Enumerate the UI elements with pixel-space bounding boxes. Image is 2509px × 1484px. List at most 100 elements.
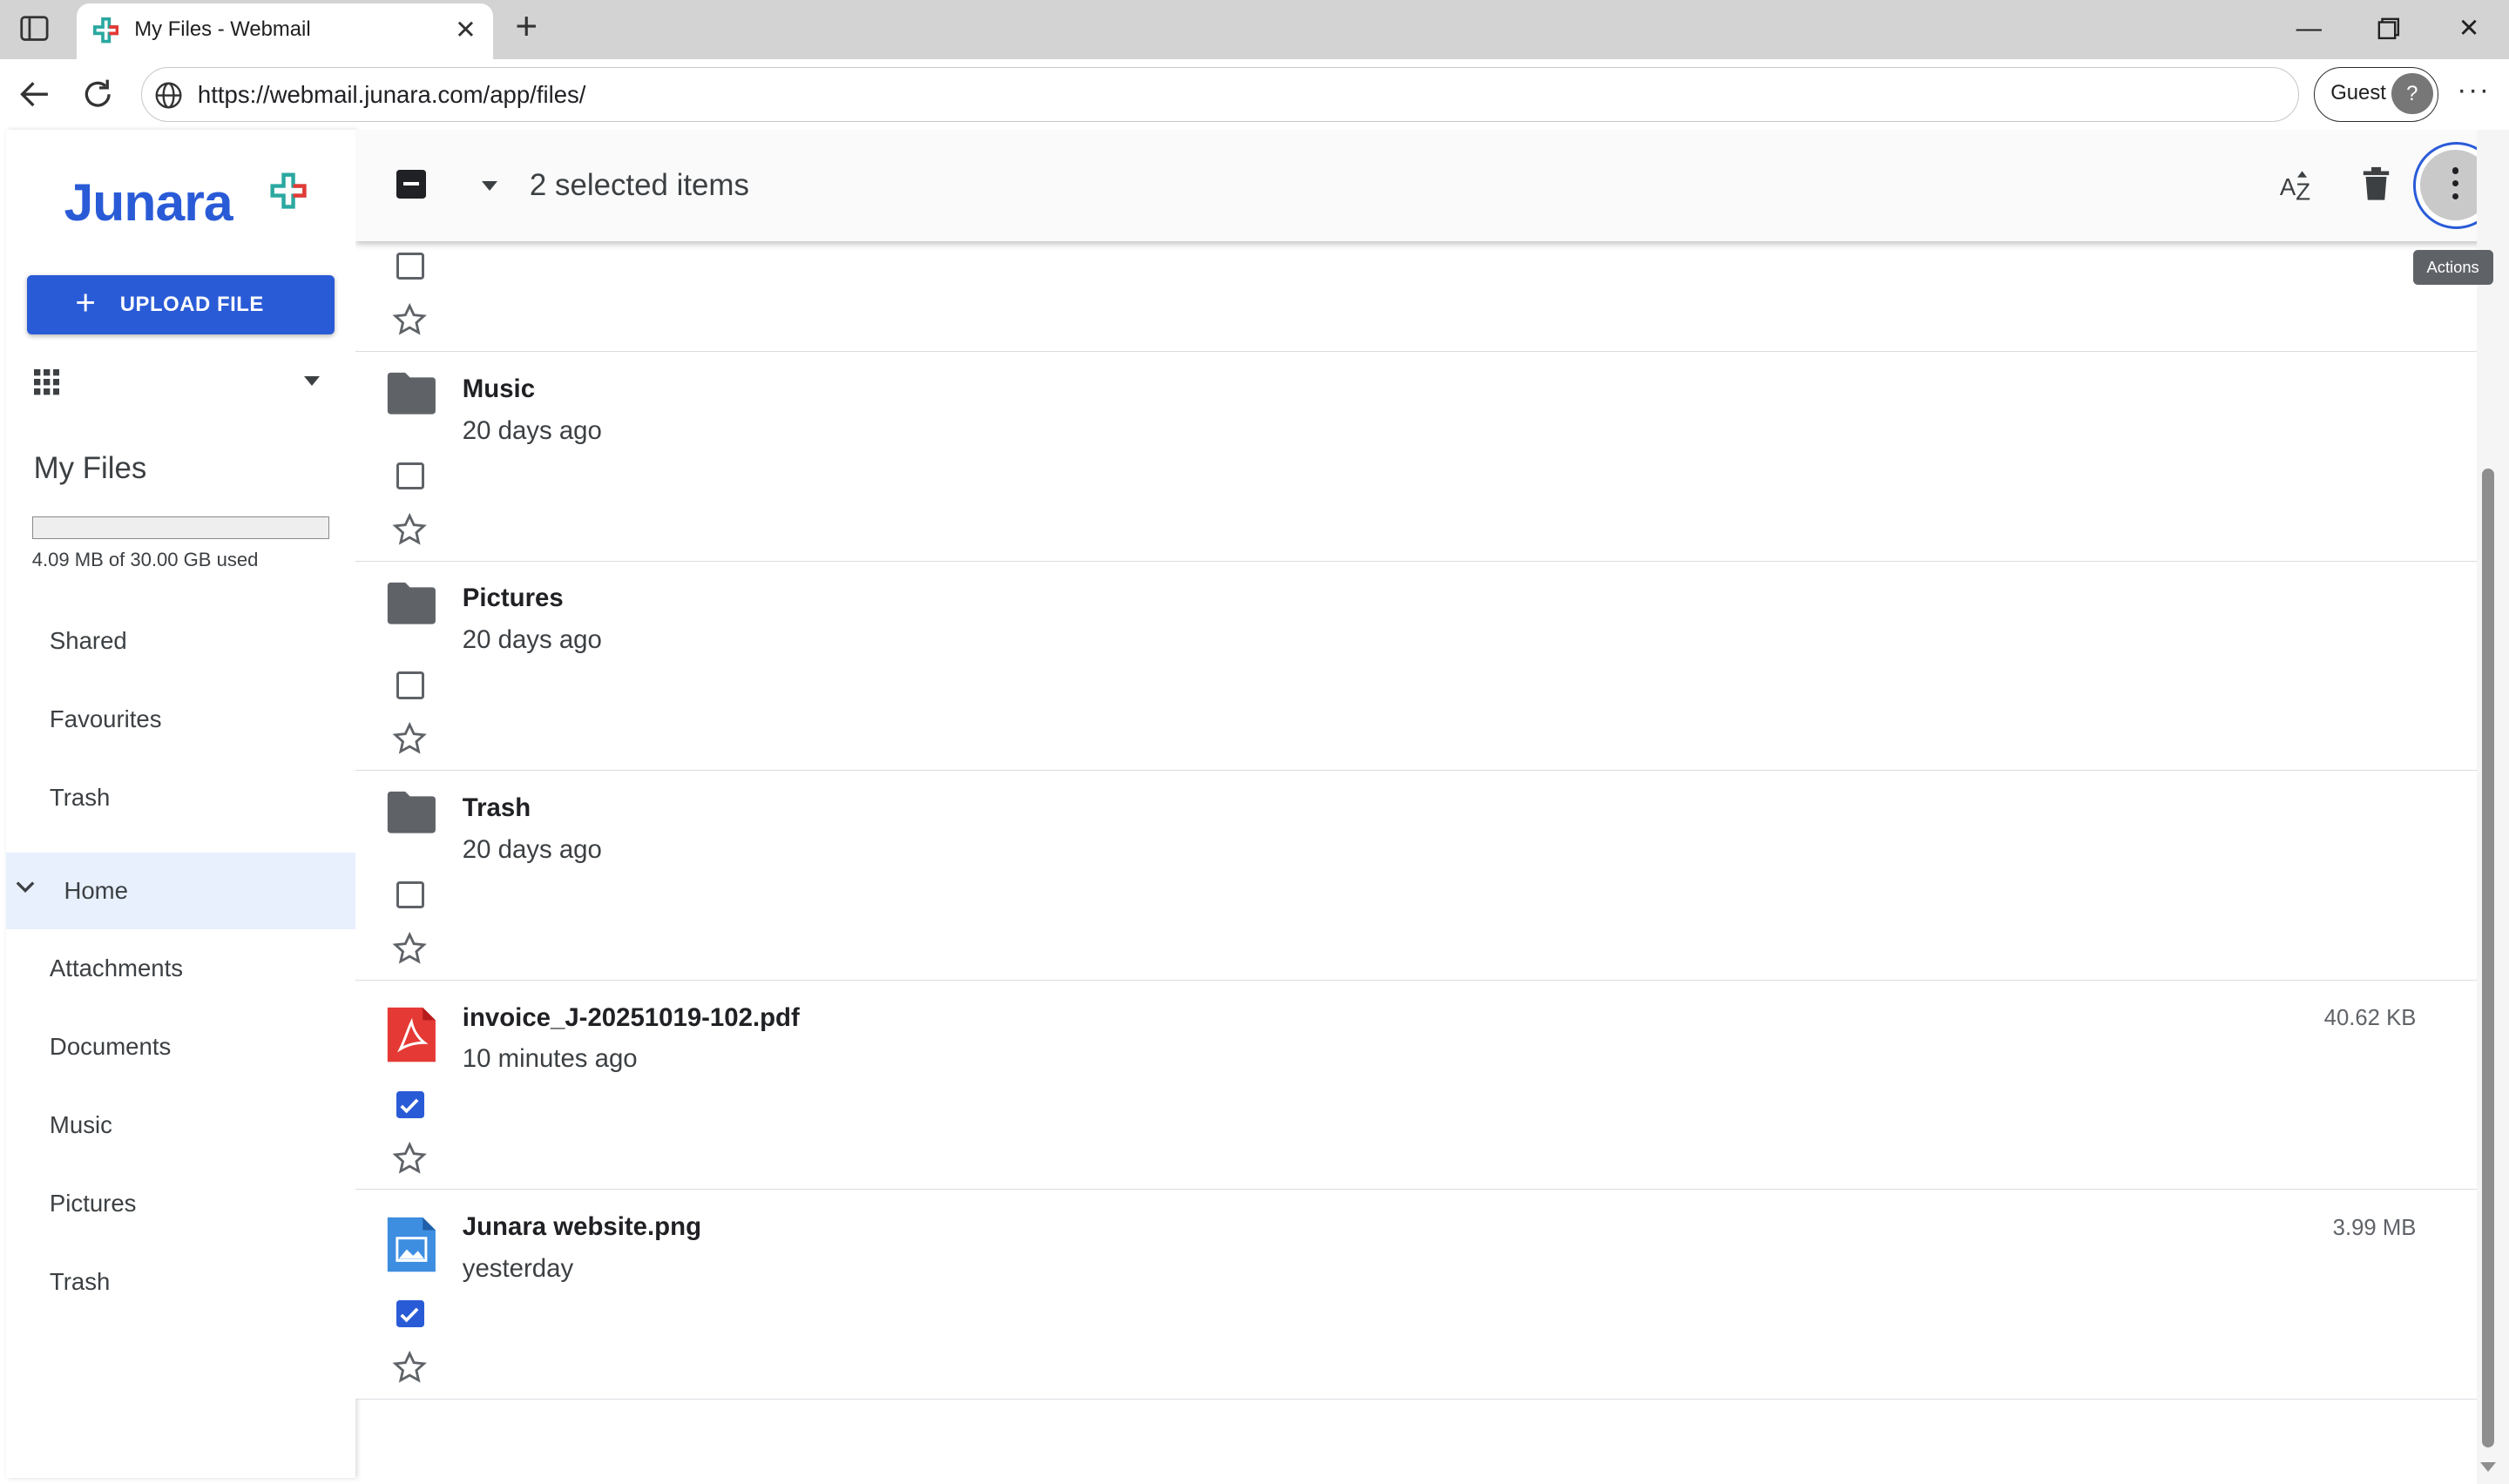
url-bar[interactable]: https://webmail.junara.com/app/files/ (140, 67, 2300, 122)
chevron-down-icon[interactable] (16, 874, 35, 904)
actions-menu-button[interactable] (2412, 142, 2478, 229)
favourite-star-icon[interactable] (392, 1350, 427, 1385)
junara-logo[interactable]: Junara (64, 172, 320, 242)
sidebar-item-label: Attachments (49, 954, 184, 982)
file-browser: 2 selected items AZ Documents20 days ago… (355, 129, 2478, 1484)
storage-quota-bar (31, 516, 330, 539)
sidebar-item-label: Documents (49, 1033, 172, 1061)
close-window-icon[interactable]: ✕ (2432, 10, 2506, 48)
sidebar-item-pictures[interactable]: Pictures (6, 1166, 355, 1243)
selection-toolbar: 2 selected items AZ (355, 129, 2478, 242)
svg-text:A: A (2280, 173, 2296, 200)
file-modified-date: 20 days ago (462, 415, 602, 445)
sidebar-item-label: Trash (49, 1268, 111, 1296)
sidebar-item-label: Home (64, 876, 128, 904)
favourite-star-icon[interactable] (392, 721, 427, 756)
sidebar-item-label: Shared (49, 626, 127, 654)
scroll-down-arrow-icon[interactable] (2479, 1461, 2496, 1472)
my-files-heading: My Files (33, 450, 147, 485)
sidebar: Junara + UPLOAD FILE My Files 4.09 MB of… (6, 129, 355, 1479)
sidebar-item-trash[interactable]: Trash (6, 759, 355, 836)
delete-trash-icon[interactable] (2362, 166, 2391, 201)
file-row[interactable]: invoice_J-20251019-102.pdf 10 minutes ago… (355, 980, 2478, 1191)
file-name[interactable]: Pictures (463, 583, 564, 613)
apps-grid-icon[interactable] (33, 369, 59, 395)
upload-file-button[interactable]: + UPLOAD FILE (27, 274, 335, 334)
favourite-star-icon[interactable] (392, 512, 427, 547)
file-row[interactable]: Pictures 20 days ago (355, 561, 2478, 772)
file-size: 40.62 KB (2323, 1006, 2417, 1031)
sidebar-item-shared[interactable]: Shared (6, 603, 355, 679)
globe-icon (154, 81, 183, 110)
file-select-checkbox[interactable] (396, 253, 424, 280)
file-select-checkbox[interactable] (396, 671, 424, 699)
reload-icon[interactable] (78, 75, 117, 113)
favourite-star-icon[interactable] (392, 1141, 427, 1176)
tab-actions-icon[interactable] (19, 15, 51, 44)
sidebar-item-home-trash[interactable]: Trash (6, 1245, 355, 1321)
file-select-checkbox[interactable] (396, 880, 424, 909)
file-row[interactable]: Trash 20 days ago (355, 771, 2478, 981)
browser-tab-active[interactable]: My Files - Webmail ✕ (77, 3, 493, 59)
sidebar-item-favourites[interactable]: Favourites (6, 681, 355, 758)
page-scrollbar[interactable] (2477, 129, 2509, 1484)
folder-icon (386, 790, 437, 847)
file-name[interactable]: Music (463, 374, 535, 404)
sidebar-item-label: Music (49, 1111, 112, 1139)
svg-text:Z: Z (2296, 179, 2311, 206)
webmail-app: Junara + UPLOAD FILE My Files 4.09 MB of… (0, 129, 2509, 1484)
file-select-checkbox[interactable] (396, 1090, 424, 1118)
favourite-star-icon[interactable] (392, 302, 427, 337)
pdf-file-icon (386, 1006, 437, 1063)
folder-icon (386, 371, 437, 428)
file-modified-date: 20 days ago (462, 834, 602, 864)
browser-more-icon[interactable]: ··· (2454, 74, 2492, 113)
sort-az-icon[interactable]: AZ (2278, 165, 2320, 206)
restore-icon[interactable] (2352, 10, 2425, 48)
file-row[interactable]: Music 20 days ago (355, 352, 2478, 562)
upload-file-label: UPLOAD FILE (119, 293, 264, 317)
logo-text: Junara (64, 172, 233, 232)
guest-profile-button[interactable]: Guest ? (2313, 67, 2439, 122)
storage-quota-text: 4.09 MB of 30.00 GB used (31, 548, 259, 570)
browser-tabstrip: My Files - Webmail ✕ + — ✕ (0, 0, 2509, 59)
file-name[interactable]: Trash (463, 793, 531, 823)
new-tab-icon[interactable]: + (505, 8, 547, 50)
folder-icon (386, 581, 437, 638)
plus-icon: + (75, 282, 96, 323)
back-arrow-icon[interactable] (16, 75, 54, 113)
apps-dropdown-icon[interactable] (303, 375, 320, 386)
file-row[interactable]: Junara website.png yesterday 3.99 MB (355, 1190, 2478, 1400)
image-file-icon (386, 1216, 437, 1273)
actions-tooltip: Actions (2412, 249, 2493, 285)
logo-mark-icon (269, 172, 308, 210)
sidebar-item-documents[interactable]: Documents (6, 1009, 355, 1086)
file-select-checkbox[interactable] (396, 462, 424, 489)
actions-button-surface (2420, 149, 2478, 220)
file-modified-date: 10 minutes ago (462, 1044, 638, 1074)
selection-dropdown-icon[interactable] (481, 180, 497, 191)
browser-addressbar: https://webmail.junara.com/app/files/ Gu… (0, 58, 2509, 130)
close-tab-icon[interactable]: ✕ (451, 16, 480, 44)
checkmark-icon (399, 1303, 420, 1332)
tab-title: My Files - Webmail (134, 17, 311, 42)
favourite-star-icon[interactable] (392, 931, 427, 966)
sidebar-item-music[interactable]: Music (6, 1088, 355, 1164)
minimize-icon[interactable]: — (2272, 10, 2345, 48)
checkmark-icon (399, 1094, 420, 1123)
select-all-checkbox[interactable] (396, 169, 426, 199)
guest-label: Guest (2330, 80, 2386, 105)
scrollbar-thumb[interactable] (2481, 469, 2495, 1448)
sidebar-item-attachments[interactable]: Attachments (6, 931, 355, 1008)
file-modified-date: 20 days ago (462, 625, 602, 655)
sidebar-item-label: Favourites (49, 705, 162, 732)
selection-count-label: 2 selected items (529, 167, 749, 202)
file-size: 3.99 MB (2332, 1215, 2417, 1240)
url-text: https://webmail.junara.com/app/files/ (197, 80, 586, 108)
file-select-checkbox[interactable] (396, 1300, 424, 1328)
file-name[interactable]: Junara website.png (463, 1212, 701, 1242)
more-vert-icon (2452, 167, 2459, 202)
sidebar-item-home[interactable]: Home (6, 852, 355, 930)
file-name[interactable]: invoice_J-20251019-102.pdf (463, 1003, 800, 1033)
sidebar-item-label: Pictures (49, 1190, 137, 1218)
